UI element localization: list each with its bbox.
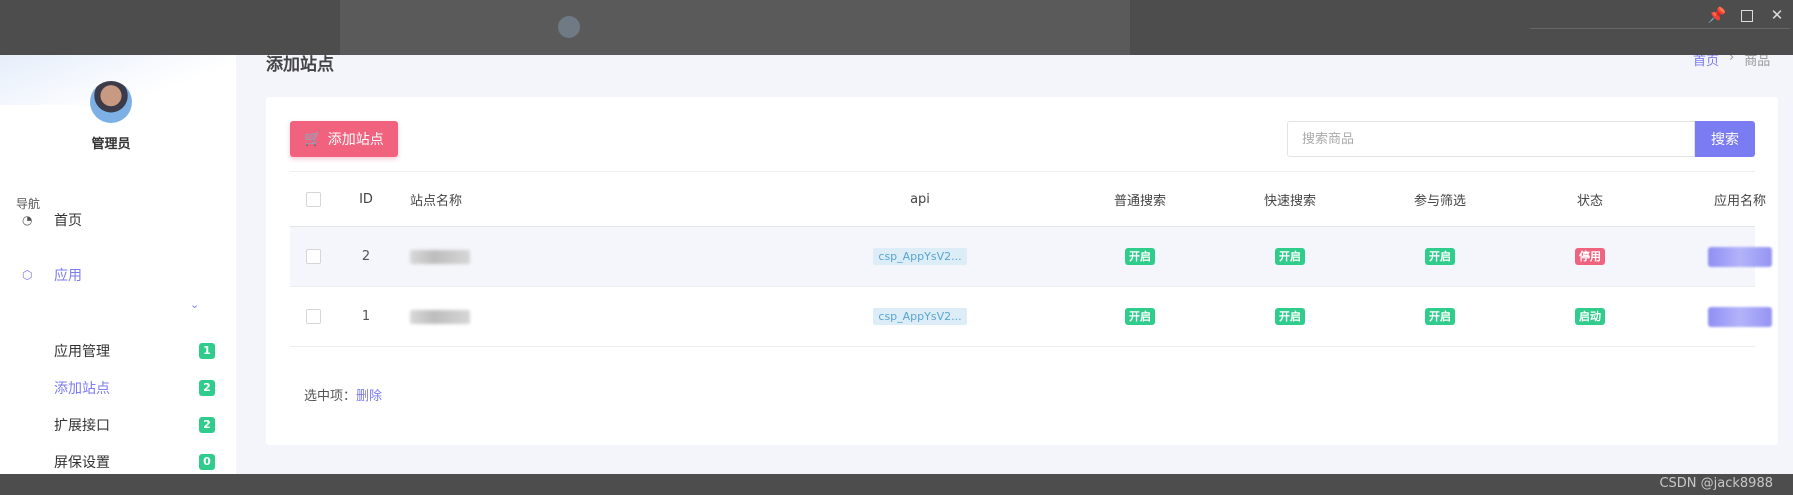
- delete-link[interactable]: 删除: [356, 389, 382, 404]
- column-header-quick-search: 快速搜索: [1263, 193, 1316, 209]
- site-list-card: 🛒 添加站点 搜索 ID 站点名称 api 普通搜索 快速搜索 参与筛选 状态 …: [266, 97, 1778, 445]
- maximize-icon[interactable]: [1736, 4, 1758, 26]
- bulk-actions: 选中项：删除: [304, 385, 382, 404]
- count-badge: 2: [199, 380, 215, 396]
- search-input[interactable]: [1287, 121, 1695, 157]
- column-header-filter: 参与筛选: [1413, 193, 1466, 209]
- selected-label: 选中项：: [304, 389, 357, 404]
- site-name-redacted: [410, 249, 470, 264]
- site-name-redacted: [410, 309, 470, 324]
- row-checkbox[interactable]: [305, 309, 321, 324]
- row-id: 2: [361, 249, 371, 264]
- count-badge: 2: [199, 417, 215, 433]
- home-icon: ◔: [22, 213, 33, 227]
- background-window-ghost: [340, 0, 1130, 55]
- sidebar-subitem-screensaver[interactable]: 屏保设置: [54, 452, 110, 472]
- sidebar-item-apps[interactable]: ⬡ 应用: [22, 265, 82, 285]
- column-header-site-name: 站点名称: [410, 193, 463, 209]
- filter-tag: 开启: [1425, 308, 1455, 325]
- count-badge: 0: [199, 454, 215, 470]
- add-site-button[interactable]: 🛒 添加站点: [290, 121, 398, 157]
- sidebar-subitem-app-management[interactable]: 应用管理: [54, 341, 110, 361]
- sidebar-item-label: 应用: [54, 268, 82, 284]
- quick-search-tag: 开启: [1275, 308, 1305, 325]
- chevron-down-icon[interactable]: ⌄: [190, 298, 199, 311]
- close-icon[interactable]: ✕: [1766, 4, 1788, 26]
- column-header-id: ID: [359, 191, 373, 207]
- select-all-checkbox[interactable]: [305, 191, 321, 207]
- sidebar-subitem-extension-api[interactable]: 扩展接口: [54, 415, 110, 435]
- app-name-redacted: [1708, 246, 1772, 267]
- count-badge: 1: [199, 343, 215, 359]
- api-tag: csp_AppYsV2...: [873, 308, 967, 325]
- cart-icon: 🛒: [304, 131, 322, 147]
- table-row: 1 csp_AppYsV2... 开启 开启 开启 启动 ✎: [290, 287, 1772, 347]
- watermark: CSDN @jack8988: [1659, 476, 1773, 491]
- window-overlay-top: 📌 ✕: [0, 0, 1793, 55]
- add-site-label: 添加站点: [327, 132, 384, 148]
- sidebar-item-home[interactable]: ◔ 首页: [22, 210, 82, 230]
- admin-name: 管理员: [91, 137, 131, 152]
- sidebar-item-label: 首页: [54, 213, 82, 229]
- window-overlay-bottom: CSDN @jack8988: [0, 474, 1793, 495]
- status-badge: 停用: [1575, 248, 1605, 265]
- ghost-divider: [1530, 28, 1790, 29]
- row-id: 1: [361, 309, 371, 324]
- table-row: 2 csp_AppYsV2... 开启 开启 开启 停用 ✎: [290, 227, 1772, 287]
- column-header-app-name: 应用名称: [1713, 193, 1766, 209]
- normal-search-tag: 开启: [1125, 248, 1155, 265]
- api-tag: csp_AppYsV2...: [873, 248, 967, 265]
- cube-icon: ⬡: [22, 268, 33, 282]
- column-header-normal-search: 普通搜索: [1113, 193, 1166, 209]
- sidebar-subitem-add-site[interactable]: 添加站点: [54, 378, 110, 398]
- avatar[interactable]: [90, 81, 132, 123]
- sidebar: 管理员 导航 ◔ 首页 ⬡ 应用 ⌄ 应用管理 1 添加站点 2 扩展接口 2 …: [0, 55, 236, 474]
- column-header-api: api: [910, 191, 930, 207]
- status-badge: 启动: [1575, 308, 1605, 325]
- pin-icon[interactable]: 📌: [1706, 4, 1728, 26]
- normal-search-tag: 开启: [1125, 308, 1155, 325]
- ghost-avatar: [558, 16, 580, 38]
- quick-search-tag: 开启: [1275, 248, 1305, 265]
- column-header-status: 状态: [1576, 193, 1603, 209]
- search-button[interactable]: 搜索: [1695, 121, 1755, 157]
- row-checkbox[interactable]: [305, 249, 321, 264]
- table-header: ID 站点名称 api 普通搜索 快速搜索 参与筛选 状态 应用名称 管理: [290, 171, 1766, 227]
- app-name-redacted: [1708, 306, 1772, 327]
- filter-tag: 开启: [1425, 248, 1455, 265]
